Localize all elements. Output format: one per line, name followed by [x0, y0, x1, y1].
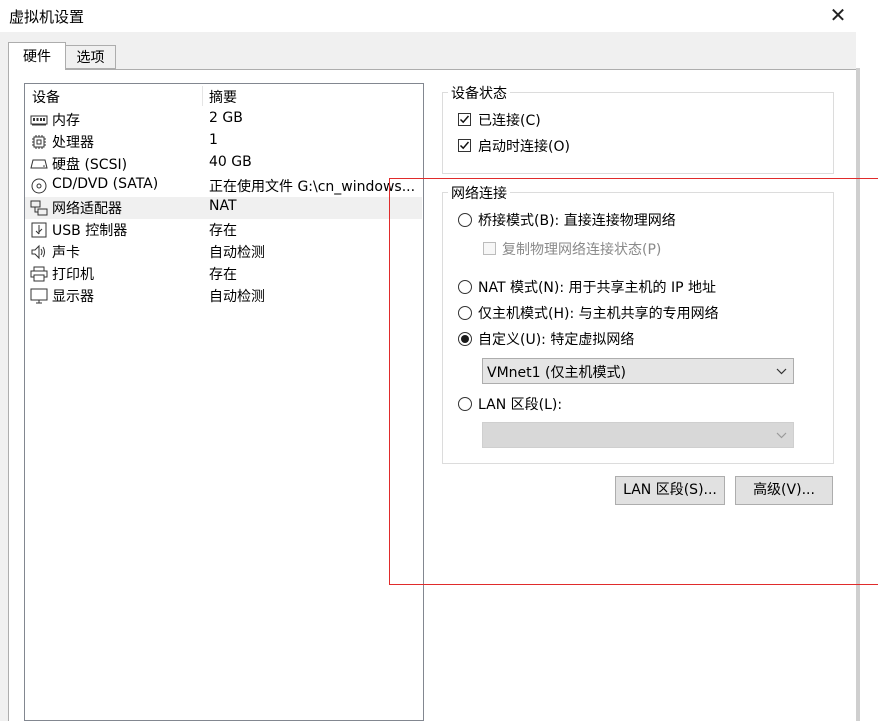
custom-label[interactable]: 自定义(U): 特定虚拟网络 [478, 329, 634, 349]
sound-card-icon [31, 244, 45, 260]
checkmark-icon [459, 141, 470, 150]
network-adapter-icon [30, 200, 48, 216]
custom-radio[interactable] [458, 332, 472, 346]
bridged-radio[interactable] [458, 213, 472, 227]
device-name: 内存 [52, 113, 80, 129]
background-strip-edge [856, 68, 860, 721]
device-summary: 自动检测 [209, 289, 265, 305]
device-summary: 40 GB [209, 154, 252, 170]
device-name: 网络适配器 [52, 201, 122, 217]
device-row-cd-dvd[interactable]: CD/DVD (SATA) 正在使用文件 G:\cn_windows... [25, 175, 422, 197]
tab-hardware[interactable]: 硬件 [8, 42, 66, 70]
device-summary: 自动检测 [209, 245, 265, 261]
device-row-printer[interactable]: 打印机 存在 [25, 263, 422, 285]
chevron-down-icon [776, 432, 787, 439]
device-row-memory[interactable]: 内存 2 GB [25, 109, 422, 131]
device-summary: 存在 [209, 267, 237, 283]
connected-checkbox[interactable] [458, 113, 471, 126]
column-header-summary[interactable]: 摘要 [209, 87, 237, 107]
harddisk-icon [30, 159, 48, 169]
host-only-radio[interactable] [458, 306, 472, 320]
display-icon [30, 288, 48, 304]
memory-icon [30, 115, 48, 126]
connect-at-power-on-checkbox[interactable] [458, 139, 471, 152]
device-status-group [442, 92, 834, 174]
device-name: 声卡 [52, 245, 80, 261]
nat-radio[interactable] [458, 280, 472, 294]
usb-icon [31, 222, 47, 238]
bridged-label[interactable]: 桥接模式(B): 直接连接物理网络 [478, 210, 676, 230]
column-header-device[interactable]: 设备 [32, 87, 60, 107]
cd-dvd-icon [31, 178, 47, 194]
device-summary: 2 GB [209, 110, 243, 126]
close-button[interactable]: ✕ [826, 2, 850, 28]
device-name: CD/DVD (SATA) [52, 176, 159, 192]
device-row-sound-card[interactable]: 声卡 自动检测 [25, 241, 422, 263]
device-summary: 正在使用文件 G:\cn_windows... [209, 179, 416, 195]
connect-at-power-on-label[interactable]: 启动时连接(O) [478, 136, 570, 156]
custom-network-value: VMnet1 (仅主机模式) [487, 365, 626, 381]
device-name: 显示器 [52, 289, 94, 305]
replicate-state-label[interactable]: 复制物理网络连接状态(P) [502, 239, 661, 259]
connected-label[interactable]: 已连接(C) [478, 110, 541, 130]
title-bar [0, 0, 856, 32]
device-row-harddisk[interactable]: 硬盘 (SCSI) 40 GB [25, 153, 422, 175]
lan-segments-button[interactable]: LAN 区段(S)... [615, 476, 725, 505]
chevron-down-icon [776, 368, 787, 375]
close-icon: ✕ [829, 3, 847, 27]
lan-segment-label[interactable]: LAN 区段(L): [478, 394, 562, 414]
window-title: 虚拟机设置 [9, 8, 85, 26]
device-name: 打印机 [52, 267, 94, 283]
checkmark-icon [459, 115, 470, 124]
device-name: 处理器 [52, 135, 94, 151]
network-connection-title: 网络连接 [448, 183, 510, 203]
lan-segment-select[interactable] [482, 422, 794, 448]
host-only-label[interactable]: 仅主机模式(H): 与主机共享的专用网络 [478, 303, 719, 323]
device-row-usb[interactable]: USB 控制器 存在 [25, 219, 422, 241]
replicate-state-checkbox[interactable] [483, 242, 496, 255]
advanced-button[interactable]: 高级(V)... [735, 476, 833, 505]
printer-icon [30, 266, 48, 282]
device-row-network-adapter[interactable]: 网络适配器 NAT [25, 197, 422, 219]
device-summary: NAT [209, 198, 237, 214]
device-name: USB 控制器 [52, 223, 128, 239]
device-summary: 存在 [209, 223, 237, 239]
lan-segment-radio[interactable] [458, 397, 472, 411]
device-name: 硬盘 (SCSI) [52, 157, 128, 173]
device-row-display[interactable]: 显示器 自动检测 [25, 285, 422, 307]
tab-options[interactable]: 选项 [65, 45, 116, 69]
column-separator[interactable] [202, 86, 203, 106]
device-summary: 1 [209, 132, 218, 148]
processor-icon [32, 135, 46, 149]
custom-network-select[interactable]: VMnet1 (仅主机模式) [482, 358, 794, 384]
nat-label[interactable]: NAT 模式(N): 用于共享主机的 IP 地址 [478, 277, 716, 297]
device-status-title: 设备状态 [448, 83, 510, 103]
device-row-processor[interactable]: 处理器 1 [25, 131, 422, 153]
radio-selected-dot [461, 335, 469, 343]
